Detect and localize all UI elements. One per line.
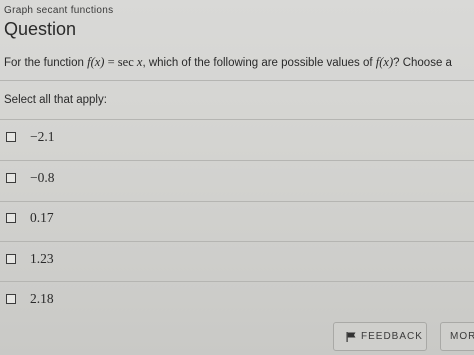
option-label: 2.18: [30, 291, 54, 306]
flag-icon: [346, 332, 356, 342]
checkbox[interactable]: [6, 254, 16, 264]
prompt-tail: ? Choose a: [393, 57, 452, 69]
feedback-label: FEEDBACK: [361, 331, 423, 342]
option-label: −0.8: [30, 170, 55, 185]
prompt-lead: For the function: [4, 57, 88, 69]
option-row-3[interactable]: 0.17: [0, 202, 474, 240]
option-row-4[interactable]: 1.23: [0, 243, 474, 281]
prompt-function-2: f(x): [375, 55, 394, 69]
more-button[interactable]: MOR: [440, 322, 474, 351]
option-row-1[interactable]: −2.1: [0, 121, 474, 159]
option-label: −2.1: [30, 129, 55, 144]
checkbox[interactable]: [6, 213, 16, 223]
select-all-label: Select all that apply:: [4, 94, 107, 106]
divider: [0, 80, 474, 81]
prompt-middle: , which of the following are possible va…: [142, 57, 376, 69]
divider: [0, 160, 474, 161]
option-label: 0.17: [30, 210, 54, 225]
question-heading: Question: [4, 19, 77, 39]
topic-title: Graph secant functions: [4, 5, 114, 16]
feedback-button[interactable]: FEEDBACK: [333, 322, 427, 351]
prompt-sec: sec: [117, 55, 137, 69]
prompt-function: f(x): [87, 55, 105, 69]
divider: [0, 281, 474, 282]
checkbox[interactable]: [6, 132, 16, 142]
checkbox[interactable]: [6, 294, 16, 304]
question-prompt: For the function f(x) = sec x, which of …: [4, 55, 474, 70]
option-label: 1.23: [30, 251, 54, 266]
checkbox[interactable]: [6, 173, 16, 183]
divider: [0, 241, 474, 242]
divider: [0, 119, 474, 120]
option-row-5[interactable]: 2.18: [0, 283, 474, 321]
prompt-equals: =: [104, 55, 118, 69]
option-row-2[interactable]: −0.8: [0, 162, 474, 200]
more-label: MOR: [450, 331, 474, 342]
